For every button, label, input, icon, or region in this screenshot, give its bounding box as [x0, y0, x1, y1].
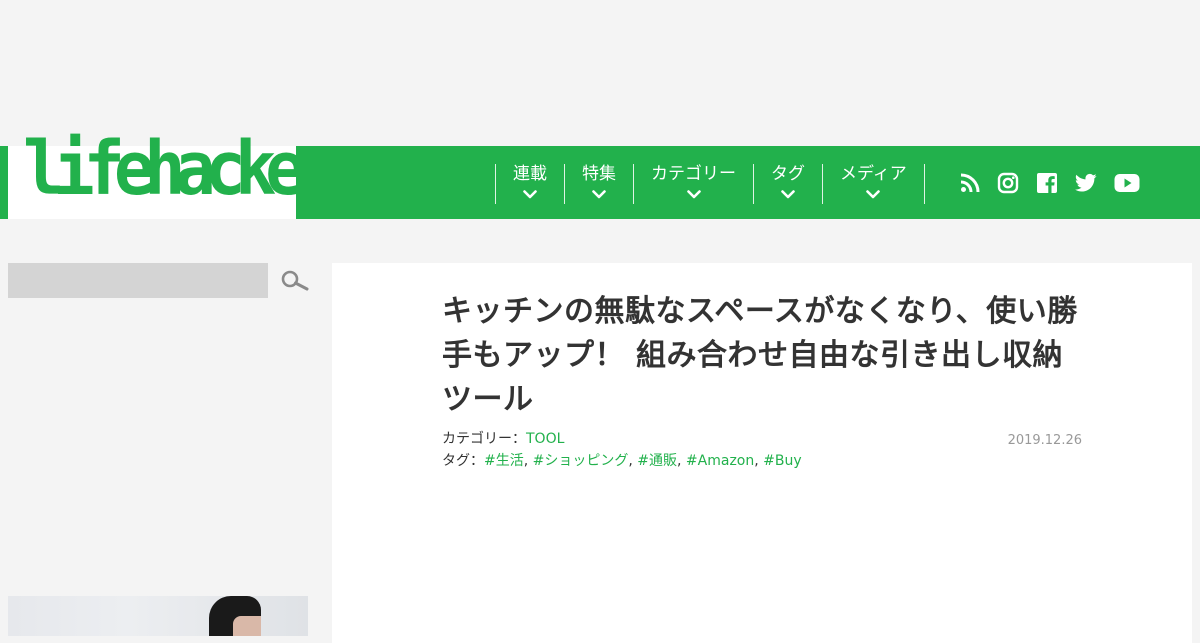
- publish-date: 2019.12.26: [1007, 433, 1082, 448]
- nav-item-media[interactable]: メディア: [822, 164, 925, 204]
- tag-link[interactable]: #Amazon: [686, 453, 754, 469]
- chevron-down-icon: [866, 190, 881, 199]
- site-logo[interactable]: lifehacker: [8, 132, 337, 219]
- tag-separator: ,: [523, 453, 533, 469]
- tag-separator: ,: [754, 453, 764, 469]
- nav-item-label: カテゴリー: [651, 164, 736, 184]
- social-links: [960, 172, 1157, 194]
- instagram-icon[interactable]: [997, 172, 1019, 194]
- chevron-down-icon: [592, 190, 606, 199]
- nav-item-label: 特集: [582, 164, 616, 184]
- tag-separator: ,: [628, 453, 638, 469]
- article-tags: タグ：#生活, #ショッピング, #通販, #Amazon, #Buy: [442, 454, 802, 468]
- tag-link[interactable]: #通販: [637, 453, 677, 469]
- article-card: キッチンの無駄なスペースがなくなり、使い勝手もアップ！ 組み合わせ自由な引き出し…: [332, 263, 1192, 643]
- tags-label: タグ：: [442, 453, 484, 469]
- facebook-icon[interactable]: [1036, 172, 1058, 194]
- site-header: lifehacker 連載 特集 カテゴリー タグ メディア: [0, 132, 1200, 219]
- tag-link[interactable]: #生活: [484, 453, 524, 469]
- nav-item-features[interactable]: 特集: [564, 164, 633, 204]
- chevron-down-icon: [523, 190, 537, 199]
- tag-link[interactable]: #Buy: [763, 453, 802, 469]
- rss-icon[interactable]: [960, 173, 980, 193]
- logo-accent-bar: [0, 146, 8, 219]
- nav-item-series[interactable]: 連載: [495, 164, 564, 204]
- sidebar-ad-image[interactable]: [8, 596, 308, 636]
- nav-item-label: タグ: [771, 164, 805, 184]
- tag-link[interactable]: #ショッピング: [533, 453, 629, 469]
- twitter-icon[interactable]: [1075, 173, 1097, 193]
- youtube-icon[interactable]: [1114, 173, 1140, 193]
- nav-item-label: 連載: [513, 164, 547, 184]
- nav-item-category[interactable]: カテゴリー: [633, 164, 753, 204]
- category-label: カテゴリー：: [442, 431, 526, 447]
- nav-item-tags[interactable]: タグ: [753, 164, 822, 204]
- tag-separator: ,: [677, 453, 686, 469]
- nav-item-label: メディア: [840, 164, 907, 184]
- magnifier-icon[interactable]: [280, 269, 310, 293]
- sidebar-image-figure-face: [233, 616, 261, 636]
- site-logo-text[interactable]: lifehacker: [23, 132, 337, 206]
- search-input[interactable]: [8, 263, 268, 298]
- main-nav: 連載 特集 カテゴリー タグ メディア: [296, 146, 1200, 219]
- article-category: カテゴリー：TOOL: [442, 432, 564, 446]
- article-title: キッチンの無駄なスペースがなくなり、使い勝手もアップ！ 組み合わせ自由な引き出し…: [442, 294, 1078, 417]
- category-link[interactable]: TOOL: [526, 431, 564, 447]
- chevron-down-icon: [781, 190, 795, 199]
- chevron-down-icon: [686, 190, 701, 199]
